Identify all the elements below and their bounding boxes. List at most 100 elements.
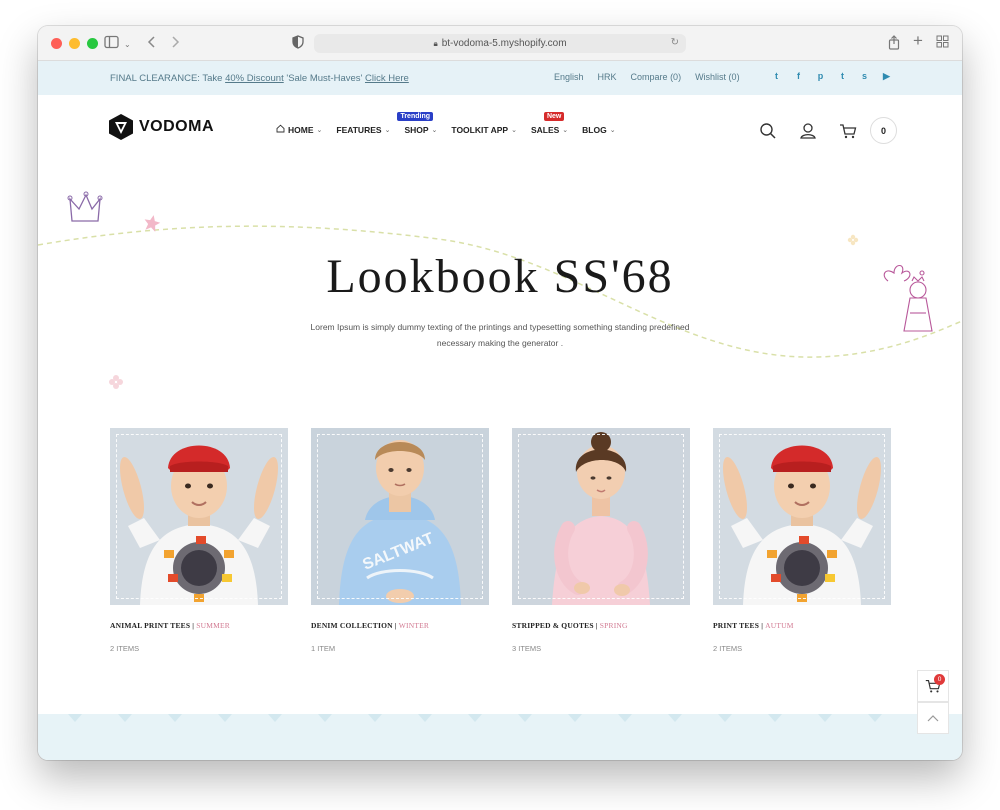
cart-count-badge[interactable]: 0	[870, 117, 897, 144]
lookbook-title[interactable]: PRINT TEES | AUTUM	[713, 621, 891, 630]
lookbook-title[interactable]: STRIPPED & QUOTES | SPRING	[512, 621, 690, 630]
nav-sales[interactable]: New SALES ⌄	[530, 112, 569, 135]
discount-link[interactable]: 40% Discount	[225, 73, 284, 84]
floating-cart-badge: 0	[934, 674, 945, 685]
new-badge: New	[543, 112, 565, 121]
forward-icon[interactable]	[170, 35, 180, 52]
lookbook-grid: ANIMAL PRINT TEES | SUMMER 2 ITEMS SALTW…	[110, 428, 891, 653]
lookbook-title[interactable]: ANIMAL PRINT TEES | SUMMER	[110, 621, 288, 630]
lookbook-card[interactable]: STRIPPED & QUOTES | SPRING 3 ITEMS	[512, 428, 690, 653]
nav-home[interactable]: HOME ⌄	[276, 124, 322, 135]
site-header: VODOMA HOME ⌄ FEATURES ⌄ Trending SHOP ⌄…	[38, 95, 962, 161]
lookbook-card[interactable]: ANIMAL PRINT TEES | SUMMER 2 ITEMS	[110, 428, 288, 653]
maximize-window-button[interactable]	[87, 38, 98, 49]
collection-season: SPRING	[599, 621, 628, 630]
lookbook-image[interactable]: SALTWAT	[311, 428, 489, 605]
dashed-frame	[317, 434, 483, 599]
wishlist-link[interactable]: Wishlist (0)	[695, 72, 740, 82]
chevron-pattern	[68, 714, 882, 722]
tumblr-icon[interactable]: t	[838, 71, 847, 82]
window-controls	[51, 38, 98, 49]
nav-shop[interactable]: Trending SHOP ⌄	[397, 112, 438, 135]
social-links: t f p t s ▶	[772, 71, 891, 82]
chevron-down-icon: ⌄	[316, 126, 323, 134]
back-icon[interactable]	[147, 35, 157, 52]
lookbook-card[interactable]: SALTWAT DENIM COLLECTION | WINTER 1 ITEM	[311, 428, 489, 653]
search-icon[interactable]	[758, 121, 778, 141]
nav-home-label: HOME	[288, 124, 314, 135]
floating-cart-button[interactable]: 0	[917, 670, 949, 702]
collection-season: SUMMER	[196, 621, 230, 630]
logo-mark-icon	[109, 114, 133, 140]
chevron-down-icon: ⌄	[609, 126, 616, 134]
sidebar-toggle-icon[interactable]	[104, 35, 120, 52]
youtube-icon[interactable]: ▶	[882, 71, 891, 82]
dashed-frame	[719, 434, 885, 599]
collection-season: AUTUM	[765, 621, 794, 630]
logo-text: VODOMA	[139, 118, 214, 135]
lock-icon: 🔒︎	[433, 38, 438, 48]
lookbook-hero: Lookbook SS'68 Lorem Ipsum is simply dum…	[38, 161, 962, 411]
home-icon	[276, 124, 285, 135]
chevron-down-icon: ⌄	[511, 126, 517, 134]
promo-middle: 'Sale Must-Haves'	[283, 72, 365, 84]
account-icon[interactable]	[798, 121, 818, 141]
flower-icon	[847, 234, 859, 246]
promo-text: FINAL CLEARANCE: Take 40% Discount 'Sale…	[110, 73, 409, 84]
cart-icon[interactable]	[838, 121, 858, 141]
browser-toolbar: ⌄ 🔒︎ bt-vodoma-5.myshopify.com ↻ +	[38, 26, 962, 61]
language-selector[interactable]: English	[554, 72, 584, 82]
item-count: 2 ITEMS	[713, 644, 743, 653]
compare-link[interactable]: Compare (0)	[631, 72, 682, 82]
collection-name: ANIMAL PRINT TEES	[110, 621, 191, 630]
chevron-down-icon: ⌄	[384, 126, 391, 134]
reload-icon[interactable]: ↻	[671, 37, 679, 48]
lookbook-image[interactable]	[713, 428, 891, 605]
nav-shop-label: SHOP	[404, 124, 429, 135]
dashed-frame	[116, 434, 282, 599]
currency-selector[interactable]: HRK	[598, 72, 617, 82]
collection-name: STRIPPED & QUOTES	[512, 621, 594, 630]
tab-overview-icon[interactable]	[936, 35, 949, 51]
new-tab-icon[interactable]: +	[913, 32, 923, 49]
topbar-meta-links: English HRK Compare (0) Wishlist (0)	[554, 72, 740, 82]
nav-blog[interactable]: BLOG ⌄	[582, 124, 615, 135]
nav-toolkit-app[interactable]: TOOLKIT APP ⌄	[451, 124, 517, 135]
nav-sales-label: SALES	[530, 124, 560, 135]
lookbook-card[interactable]: PRINT TEES | AUTUM 2 ITEMS	[713, 428, 891, 653]
privacy-shield-icon[interactable]	[292, 35, 304, 52]
crown-icon	[67, 191, 103, 222]
collection-name: PRINT TEES	[713, 621, 760, 630]
lookbook-title[interactable]: DENIM COLLECTION | WINTER	[311, 621, 489, 630]
snapchat-icon[interactable]: s	[860, 71, 869, 82]
announcement-bar: FINAL CLEARANCE: Take 40% Discount 'Sale…	[38, 61, 962, 95]
lookbook-image[interactable]	[110, 428, 288, 605]
chevron-down-icon: ⌄	[562, 126, 569, 134]
twitter-icon[interactable]: t	[772, 71, 781, 82]
item-count: 3 ITEMS	[512, 644, 542, 653]
hero-description: Lorem Ipsum is simply dummy texting of t…	[310, 322, 690, 348]
header-actions: 0	[758, 117, 897, 144]
lookbook-image[interactable]	[512, 428, 690, 605]
site-logo[interactable]: VODOMA	[108, 113, 214, 141]
main-navigation: HOME ⌄ FEATURES ⌄ Trending SHOP ⌄ TOOLKI…	[276, 112, 616, 135]
chevron-down-icon: ⌄	[431, 126, 438, 134]
dashed-frame	[518, 434, 684, 599]
footer-pattern-strip	[38, 714, 962, 760]
browser-window: ⌄ 🔒︎ bt-vodoma-5.myshopify.com ↻ + FINAL…	[38, 26, 962, 760]
share-icon[interactable]	[888, 35, 900, 53]
nav-features[interactable]: FEATURES ⌄	[336, 124, 390, 135]
back-to-top-button[interactable]	[917, 702, 949, 734]
minimize-window-button[interactable]	[69, 38, 80, 49]
chevron-down-icon[interactable]: ⌄	[124, 37, 131, 53]
facebook-icon[interactable]: f	[794, 71, 803, 82]
address-bar[interactable]: 🔒︎ bt-vodoma-5.myshopify.com ↻	[314, 34, 686, 53]
item-count: 1 ITEM	[311, 644, 336, 653]
collection-name: DENIM COLLECTION	[311, 621, 393, 630]
close-window-button[interactable]	[51, 38, 62, 49]
nav-blog-label: BLOG	[582, 124, 607, 135]
item-count: 2 ITEMS	[110, 644, 140, 653]
click-here-link[interactable]: Click Here	[365, 73, 409, 84]
pinterest-icon[interactable]: p	[816, 71, 825, 82]
collection-season: WINTER	[398, 621, 430, 630]
